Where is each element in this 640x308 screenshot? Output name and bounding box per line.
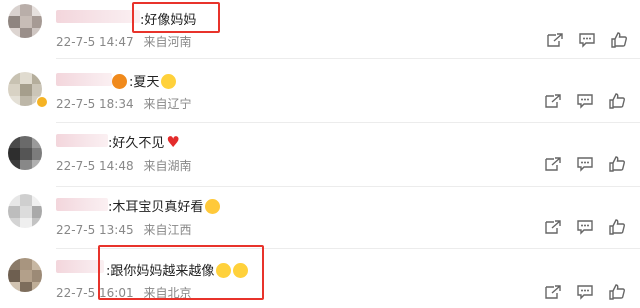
comment-date: 22-7-5 13:45 bbox=[56, 223, 134, 237]
comment-location: 来自辽宁 bbox=[143, 97, 192, 111]
comment-actions bbox=[544, 93, 626, 109]
comment-actions bbox=[546, 32, 628, 48]
comment-text: :木耳宝贝真好看 bbox=[108, 196, 221, 215]
divider bbox=[56, 58, 640, 59]
comment-date: 22-7-5 18:34 bbox=[56, 97, 134, 111]
comment-icon[interactable] bbox=[576, 219, 594, 235]
username[interactable] bbox=[56, 10, 140, 23]
username[interactable] bbox=[56, 73, 112, 86]
comment-item: :好像妈妈 22-7-5 14:47 来自河南 bbox=[0, 0, 640, 58]
avatar[interactable] bbox=[8, 136, 42, 170]
comment-icon[interactable] bbox=[576, 93, 594, 109]
share-icon[interactable] bbox=[544, 93, 562, 109]
red-heart-icon: ♥ bbox=[166, 133, 180, 151]
share-icon[interactable] bbox=[546, 32, 564, 48]
comment-actions bbox=[544, 219, 626, 235]
avatar[interactable] bbox=[8, 258, 42, 292]
highlight-box bbox=[132, 2, 220, 33]
divider bbox=[56, 122, 640, 123]
comment-actions bbox=[544, 284, 626, 300]
comment-text-body: :夏天 bbox=[129, 75, 160, 90]
comment-text-body: :好久不见 bbox=[108, 136, 165, 151]
comment-date: 22-7-5 14:47 bbox=[56, 35, 134, 49]
verified-badge-icon bbox=[36, 96, 48, 108]
comment-icon[interactable] bbox=[576, 284, 594, 300]
comment-meta: 22-7-5 18:34 来自辽宁 bbox=[56, 95, 197, 112]
like-icon[interactable] bbox=[608, 284, 626, 300]
heart-eyes-face-icon bbox=[205, 199, 221, 214]
comment-item: :好久不见 ♥ 22-7-5 14:48 来自湖南 bbox=[0, 124, 640, 186]
like-icon[interactable] bbox=[610, 32, 628, 48]
share-icon[interactable] bbox=[544, 219, 562, 235]
comment-location: 来自江西 bbox=[143, 223, 192, 237]
comment-date: 22-7-5 14:48 bbox=[56, 159, 134, 173]
avatar[interactable] bbox=[8, 194, 42, 228]
like-icon[interactable] bbox=[608, 156, 626, 172]
comment-icon[interactable] bbox=[578, 32, 596, 48]
comment-location: 来自河南 bbox=[143, 35, 192, 49]
comment-actions bbox=[544, 156, 626, 172]
comment-item: :跟你妈妈越来越像 22-7-5 16:01 来自北京 bbox=[0, 245, 640, 308]
comment-item: :木耳宝贝真好看 22-7-5 13:45 来自江西 bbox=[0, 188, 640, 248]
comment-item: :夏天 22-7-5 18:34 来自辽宁 bbox=[0, 60, 640, 122]
comment-text-body: :木耳宝贝真好看 bbox=[108, 200, 204, 215]
like-icon[interactable] bbox=[608, 93, 626, 109]
comment-meta: 22-7-5 14:47 来自河南 bbox=[56, 33, 197, 50]
comment-text: :夏天 bbox=[112, 71, 177, 90]
share-icon[interactable] bbox=[544, 284, 562, 300]
comment-location: 来自湖南 bbox=[143, 159, 192, 173]
avatar[interactable] bbox=[8, 4, 42, 38]
comment-icon[interactable] bbox=[576, 156, 594, 172]
smiling-face-icon bbox=[161, 74, 177, 89]
comment-meta: 22-7-5 14:48 来自湖南 bbox=[56, 157, 197, 174]
username[interactable] bbox=[56, 198, 108, 211]
username[interactable] bbox=[56, 260, 104, 273]
comment-text: :好久不见 ♥ bbox=[108, 132, 180, 151]
highlight-box bbox=[98, 245, 264, 300]
share-icon[interactable] bbox=[544, 156, 562, 172]
like-icon[interactable] bbox=[608, 219, 626, 235]
comment-meta: 22-7-5 13:45 来自江西 bbox=[56, 221, 197, 238]
divider bbox=[56, 186, 640, 187]
username[interactable] bbox=[56, 134, 108, 147]
fire-face-icon bbox=[112, 74, 127, 89]
